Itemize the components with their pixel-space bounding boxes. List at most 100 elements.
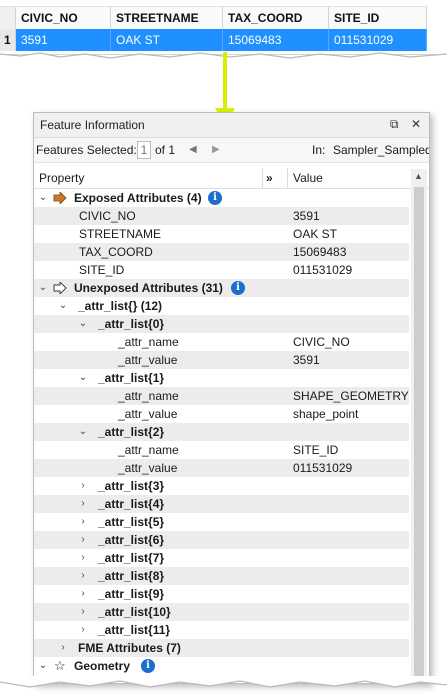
list-item-label: _attr_list{11} bbox=[98, 623, 171, 637]
attr-value: 3591 bbox=[293, 209, 320, 223]
collapse-icon[interactable]: ⌄ bbox=[58, 297, 68, 315]
tree-row-attr-list-5[interactable]: › _attr_list{5} bbox=[34, 513, 409, 531]
tree-row-attr-value[interactable]: _attr_value 3591 bbox=[34, 351, 409, 369]
expand-icon[interactable]: › bbox=[78, 549, 88, 567]
expand-icon[interactable]: › bbox=[78, 495, 88, 513]
value-column-header[interactable]: Value bbox=[293, 171, 323, 185]
collapse-icon[interactable]: ⌄ bbox=[78, 369, 88, 387]
info-icon[interactable]: i bbox=[208, 191, 222, 205]
column-divider[interactable] bbox=[287, 168, 288, 188]
info-icon[interactable]: i bbox=[141, 659, 155, 673]
tree-column-header: Property » Value bbox=[34, 168, 429, 189]
scrollbar-thumb[interactable] bbox=[414, 187, 424, 683]
tree-row-attr-list-2[interactable]: ⌄ _attr_list{2} bbox=[34, 423, 409, 441]
attr-list-label: _attr_list{} (12) bbox=[78, 299, 163, 313]
tree-row-attr-value[interactable]: _attr_value 011531029 bbox=[34, 459, 409, 477]
attr-name: _attr_name bbox=[118, 335, 179, 349]
scroll-up-icon[interactable]: ▲ bbox=[414, 171, 423, 181]
tree-row-attr-list-8[interactable]: › _attr_list{8} bbox=[34, 567, 409, 585]
expand-icon[interactable]: › bbox=[78, 567, 88, 585]
attribute-tree: ⌄ Exposed Attributes (4) i CIVIC_NO 3591… bbox=[34, 189, 409, 675]
tree-row-attr-value[interactable]: _attr_value shape_point bbox=[34, 405, 409, 423]
expand-icon[interactable]: › bbox=[78, 531, 88, 549]
tree-group-fme-attributes[interactable]: › FME Attributes (7) bbox=[34, 639, 409, 657]
tree-row-attr-list-1[interactable]: ⌄ _attr_list{1} bbox=[34, 369, 409, 387]
tree-group-unexposed[interactable]: ⌄ Unexposed Attributes (31) i bbox=[34, 279, 409, 297]
panel-title: Feature Information bbox=[40, 118, 145, 132]
table-header-row: CIVIC_NO STREETNAME TAX_COORD SITE_ID bbox=[0, 6, 427, 30]
attr-value: SITE_ID bbox=[293, 443, 339, 457]
column-header-site-id[interactable]: SITE_ID bbox=[329, 7, 427, 29]
expand-icon[interactable]: › bbox=[78, 621, 88, 639]
collapse-icon[interactable]: ⌄ bbox=[38, 189, 48, 207]
column-divider[interactable] bbox=[262, 168, 263, 188]
tree-row-attr-list-7[interactable]: › _attr_list{7} bbox=[34, 549, 409, 567]
expand-icon[interactable]: › bbox=[78, 585, 88, 603]
tree-row-streetname[interactable]: STREETNAME OAK ST bbox=[34, 225, 409, 243]
list-item-label: _attr_list{8} bbox=[98, 569, 165, 583]
row-number[interactable]: 1 bbox=[0, 29, 16, 51]
list-item-label: _attr_list{0} bbox=[98, 317, 165, 331]
expand-icon[interactable]: › bbox=[78, 513, 88, 531]
feature-count-label: of 1 bbox=[155, 143, 176, 157]
collapse-icon[interactable]: ⌄ bbox=[38, 657, 48, 675]
collapse-icon[interactable]: ⌄ bbox=[78, 423, 88, 441]
cell-civic-no[interactable]: 3591 bbox=[16, 29, 111, 51]
column-header-streetname[interactable]: STREETNAME bbox=[111, 7, 223, 29]
cell-tax-coord[interactable]: 15069483 bbox=[223, 29, 329, 51]
collapse-icon[interactable]: ⌄ bbox=[38, 279, 48, 297]
attr-name: _attr_name bbox=[118, 443, 179, 457]
exposed-attributes-label: Exposed Attributes (4) bbox=[74, 191, 202, 205]
feature-information-panel: Feature Information ⧉ ✕ Features Selecte… bbox=[33, 112, 430, 684]
restore-window-icon[interactable]: ⧉ bbox=[390, 117, 399, 132]
list-item-label: _attr_list{6} bbox=[98, 533, 165, 547]
attr-name: SITE_ID bbox=[79, 263, 125, 277]
tree-row-attr-list-11[interactable]: › _attr_list{11} bbox=[34, 621, 409, 639]
next-feature-icon[interactable]: ▶ bbox=[212, 144, 220, 155]
source-name: Sampler_Sampled bbox=[333, 143, 430, 157]
vertical-scrollbar[interactable]: ▲ bbox=[411, 169, 427, 683]
tree-row-attr-name[interactable]: _attr_name SITE_ID bbox=[34, 441, 409, 459]
tree-row-attr-name[interactable]: _attr_name CIVIC_NO bbox=[34, 333, 409, 351]
tree-row-civic-no[interactable]: CIVIC_NO 3591 bbox=[34, 207, 409, 225]
expand-icon[interactable]: › bbox=[78, 603, 88, 621]
tree-group-exposed[interactable]: ⌄ Exposed Attributes (4) i bbox=[34, 189, 409, 207]
tree-row-attr-list-4[interactable]: › _attr_list{4} bbox=[34, 495, 409, 513]
cell-streetname[interactable]: OAK ST bbox=[111, 29, 223, 51]
info-icon[interactable]: i bbox=[231, 281, 245, 295]
tree-row-attr-list-3[interactable]: › _attr_list{3} bbox=[34, 477, 409, 495]
table-row-selected[interactable]: 1 3591 OAK ST 15069483 011531029 bbox=[0, 29, 427, 51]
attr-value: 3591 bbox=[293, 353, 320, 367]
tree-group-geometry[interactable]: ⌄ ☆ Geometry i bbox=[34, 657, 409, 675]
panel-titlebar: Feature Information ⧉ ✕ bbox=[34, 113, 429, 138]
tree-row-attr-name[interactable]: _attr_name SHAPE_GEOMETRY bbox=[34, 387, 409, 405]
tree-row-attr-list-6[interactable]: › _attr_list{6} bbox=[34, 531, 409, 549]
unexposed-attributes-label: Unexposed Attributes (31) bbox=[74, 281, 223, 295]
tree-row-attr-list-10[interactable]: › _attr_list{10} bbox=[34, 603, 409, 621]
expand-columns-icon[interactable]: » bbox=[266, 171, 273, 185]
list-item-label: _attr_list{5} bbox=[98, 515, 165, 529]
data-table: CIVIC_NO STREETNAME TAX_COORD SITE_ID 1 … bbox=[0, 0, 447, 55]
collapse-icon[interactable]: ⌄ bbox=[78, 315, 88, 333]
previous-feature-icon[interactable]: ◀ bbox=[189, 144, 197, 155]
tree-row-attr-list[interactable]: ⌄ _attr_list{} (12) bbox=[34, 297, 409, 315]
tree-row-site-id[interactable]: SITE_ID 011531029 bbox=[34, 261, 409, 279]
feature-index-input[interactable]: 1 bbox=[137, 141, 151, 159]
property-column-header[interactable]: Property bbox=[39, 171, 84, 185]
expand-icon[interactable]: › bbox=[58, 639, 68, 657]
features-selected-label: Features Selected: bbox=[36, 143, 137, 157]
expand-icon[interactable]: › bbox=[78, 477, 88, 495]
column-header-tax-coord[interactable]: TAX_COORD bbox=[223, 7, 329, 29]
attr-name: STREETNAME bbox=[79, 227, 162, 241]
attr-value: 011531029 bbox=[293, 461, 353, 475]
attr-value: OAK ST bbox=[293, 227, 338, 241]
tree-row-tax-coord[interactable]: TAX_COORD 15069483 bbox=[34, 243, 409, 261]
column-header-civic-no[interactable]: CIVIC_NO bbox=[16, 7, 111, 29]
close-icon[interactable]: ✕ bbox=[411, 117, 421, 131]
row-header-corner bbox=[0, 7, 16, 29]
attr-value: 011531029 bbox=[293, 263, 353, 277]
cell-site-id[interactable]: 011531029 bbox=[329, 29, 427, 51]
tree-row-attr-list-0[interactable]: ⌄ _attr_list{0} bbox=[34, 315, 409, 333]
tree-row-attr-list-9[interactable]: › _attr_list{9} bbox=[34, 585, 409, 603]
list-item-label: _attr_list{2} bbox=[98, 425, 165, 439]
